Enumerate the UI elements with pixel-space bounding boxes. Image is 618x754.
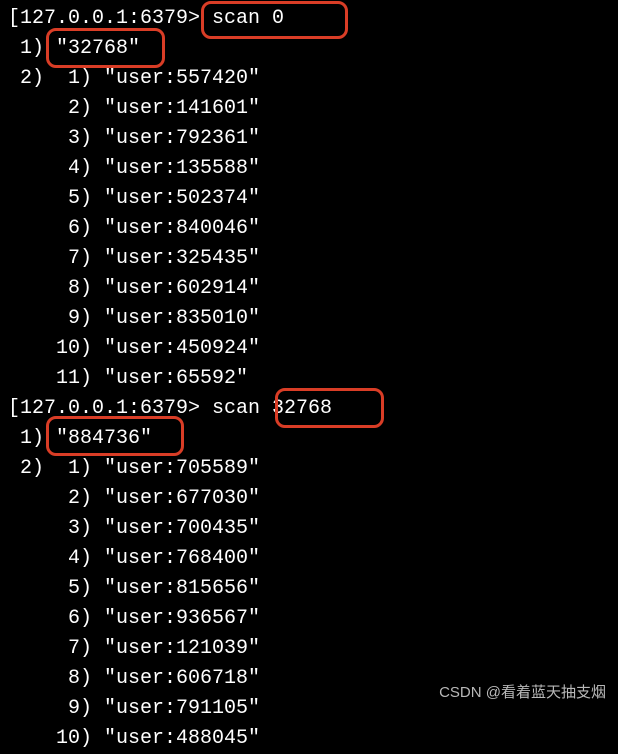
result-line: 2) 1) "user:705589" [0,454,618,484]
watermark: CSDN @看着蓝天抽支烟 [439,682,606,705]
result-line: 2) "user:677030" [0,484,618,514]
cursor-line: 1) "884736" [0,424,618,454]
result-line: 6) "user:936567" [0,604,618,634]
result-line: 7) "user:121039" [0,634,618,664]
result-line: 4) "user:135588" [0,154,618,184]
result-line: 9) "user:835010" [0,304,618,334]
result-line: 10) "user:488045" [0,724,618,754]
result-line: 8) "user:602914" [0,274,618,304]
result-line: 10) "user:450924" [0,334,618,364]
result-line: 7) "user:325435" [0,244,618,274]
result-line: 4) "user:768400" [0,544,618,574]
result-line: 5) "user:502374" [0,184,618,214]
result-line: 5) "user:815656" [0,574,618,604]
result-line: 3) "user:792361" [0,124,618,154]
terminal-output: [127.0.0.1:6379> scan 0 1) "32768" 2) 1)… [0,4,618,754]
cursor-line: 1) "32768" [0,34,618,64]
result-line: 6) "user:840046" [0,214,618,244]
result-line: 3) "user:700435" [0,514,618,544]
result-line: 11) "user:65592" [0,364,618,394]
result-line: 2) "user:141601" [0,94,618,124]
prompt-line: [127.0.0.1:6379> scan 0 [0,4,618,34]
prompt-line: [127.0.0.1:6379> scan 32768 [0,394,618,424]
result-line: 2) 1) "user:557420" [0,64,618,94]
